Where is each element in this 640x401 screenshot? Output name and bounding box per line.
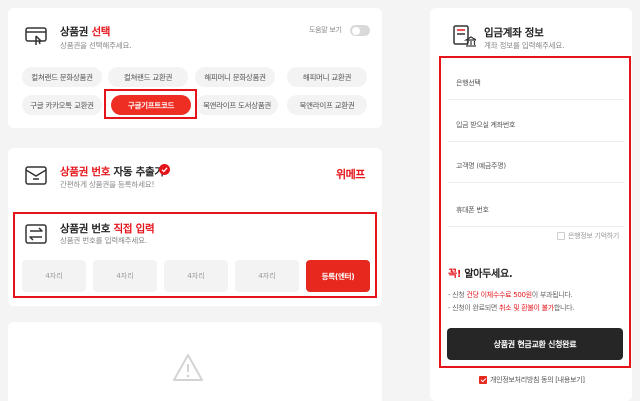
warning-icon xyxy=(173,354,203,381)
direct-title: 상품권 번호 직접 입력 xyxy=(60,223,155,235)
privacy-consent-checkbox[interactable] xyxy=(479,376,487,384)
notice-no-refund: - 신청이 완료되면 취소 및 환불이 불가합니다. xyxy=(448,304,575,312)
chip-google-giftcode[interactable]: 구글기프트코드 xyxy=(111,95,191,115)
remember-bank-checkbox[interactable] xyxy=(557,232,565,240)
privacy-consent-label[interactable]: 개인정보처리방침 동의 [내용보기] xyxy=(490,375,585,385)
apply-complete-button[interactable]: 상품권 현금교환 신청완료 xyxy=(447,328,623,360)
phone-field[interactable]: 휴대폰 번호 xyxy=(448,193,624,227)
help-toggle[interactable] xyxy=(350,25,370,36)
chip-culture-exchange[interactable]: 컬쳐랜드 교환권 xyxy=(108,67,188,87)
chip-booknlife-exchange[interactable]: 북앤라이프 교환권 xyxy=(287,95,367,115)
code-field-2[interactable]: 4자리 xyxy=(93,260,157,292)
code-field-4[interactable]: 4자리 xyxy=(235,260,299,292)
check-circle-icon xyxy=(159,164,170,175)
auto-title: 상품권 번호 자동 추출기 xyxy=(60,166,164,178)
chip-happymoney-voucher[interactable]: 해피머니 문화상품권 xyxy=(195,67,275,87)
direct-subtitle: 상품권 번호를 입력해주세요. xyxy=(60,236,147,245)
register-button[interactable]: 등록(엔터) xyxy=(306,260,370,292)
chip-culture-voucher[interactable]: 컬쳐랜드 문화상품권 xyxy=(22,67,102,87)
bank-select[interactable]: 은행선택 xyxy=(448,66,624,100)
account-subtitle: 계좌 정보를 입력해주세요. xyxy=(484,41,565,50)
remember-bank-label[interactable]: 은행정보 기억하기 xyxy=(568,231,619,241)
notice-fee: - 신청 건당 이체수수료 500원이 부과됩니다. xyxy=(448,291,573,299)
chip-happymoney-exchange[interactable]: 해피머니 교환권 xyxy=(287,67,367,87)
select-title: 상품권 선택 xyxy=(60,26,111,38)
account-number-field[interactable]: 입금 받으실 계좌번호 xyxy=(448,108,624,142)
code-field-3[interactable]: 4자리 xyxy=(164,260,228,292)
chip-google-kakao[interactable]: 구글 카카오톡 교환권 xyxy=(22,95,102,115)
code-field-1[interactable]: 4자리 xyxy=(22,260,86,292)
auto-subtitle: 간편하게 상품권을 등록하세요! xyxy=(60,180,155,189)
chip-booknlife-voucher[interactable]: 북앤라이프 도서상품권 xyxy=(196,95,278,115)
help-label: 도움말 보기 xyxy=(309,26,342,34)
gift-card-touch-icon xyxy=(25,27,47,45)
wemakeprice-logo[interactable]: 위메프 xyxy=(336,166,365,182)
swap-icon xyxy=(25,224,47,244)
account-holder-field[interactable]: 고객명 (예금주명) xyxy=(448,149,624,183)
bank-form-icon xyxy=(453,25,476,47)
notice-heading: 꼭! 알아두세요. xyxy=(448,269,513,280)
account-title: 입금계좌 정보 xyxy=(484,27,544,39)
envelope-icon xyxy=(25,166,47,185)
select-subtitle: 상품권을 선택해주세요. xyxy=(60,41,132,50)
